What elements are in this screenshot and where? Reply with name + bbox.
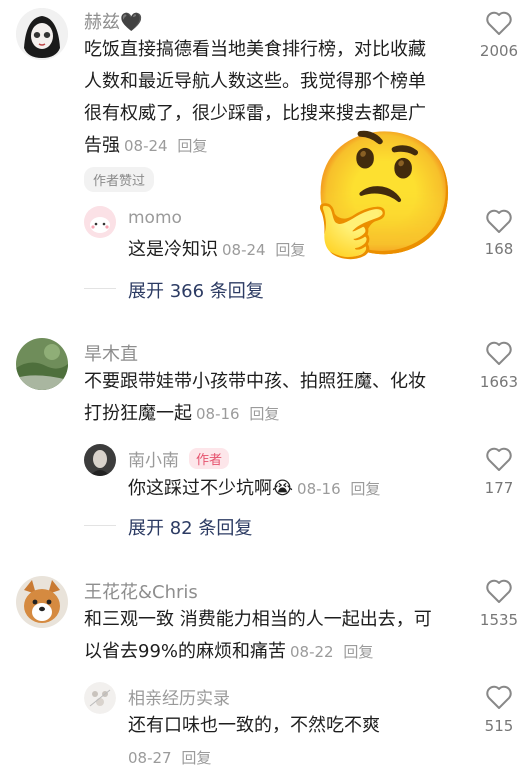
comment-text-line: 不要跟带娃带小孩带中孩、拍照狂魔、化妆: [84, 371, 426, 392]
reply-button[interactable]: 回复: [181, 749, 211, 767]
reply-text-content: 还有口味也一致的，不然吃不爽: [128, 715, 380, 736]
reply-text-content: 你这踩过不少坑啊: [128, 478, 272, 499]
comment-text-line: 和三观一致 消费能力相当的人一起出去，可: [84, 609, 432, 630]
divider: [84, 525, 116, 526]
expand-replies-button[interactable]: 展开 82 条回复: [128, 514, 252, 540]
like-count: 1663: [479, 373, 519, 391]
like-count: 177: [484, 479, 514, 497]
thinking-face-sticker: 🤔: [310, 125, 460, 264]
comment-text: 和三观一致 消费能力相当的人一起出去，可 以省去99%的麻烦和痛苦 08-22 回…: [84, 604, 434, 668]
divider: [84, 288, 116, 289]
reply-username[interactable]: momo: [128, 208, 182, 228]
reply-username: 南小南 作者: [128, 446, 230, 471]
reply-username[interactable]: 相亲经历实录: [128, 684, 230, 709]
comment-text-line: 告强: [84, 135, 120, 156]
comment-text: 不要跟带娃带小孩带中孩、拍照狂魔、化妆 打扮狂魔一起 08-16 回复: [84, 366, 434, 430]
comment-username[interactable]: 王花花&Chris: [84, 578, 198, 604]
reply-text: 还有口味也一致的，不然吃不爽 08-27 回复: [128, 710, 380, 774]
reply-date: 08-27: [128, 749, 172, 767]
avatar[interactable]: [84, 682, 116, 714]
reply-date: 08-24: [222, 241, 266, 259]
comment-username[interactable]: 赫兹🖤: [84, 8, 142, 34]
reply-button[interactable]: 回复: [249, 405, 279, 423]
heart-outline-icon[interactable]: [485, 446, 513, 472]
like-count: 515: [484, 717, 514, 735]
comment-username[interactable]: 旱木直: [84, 340, 138, 366]
comment-text-line: 人数和最近导航人数这些。我觉得那个榜单: [84, 71, 426, 92]
like-count: 2006: [479, 42, 519, 60]
reply-button[interactable]: 回复: [350, 480, 380, 498]
comment-date: 08-22: [290, 643, 334, 661]
reply-text: 你这踩过不少坑啊😭 08-16 回复: [128, 473, 380, 505]
reply-button[interactable]: 回复: [343, 643, 373, 661]
like-count: 168: [484, 240, 514, 258]
expand-replies-button[interactable]: 展开 366 条回复: [128, 277, 264, 303]
avatar[interactable]: [84, 444, 116, 476]
comment-text-line: 打扮狂魔一起: [84, 403, 192, 424]
avatar[interactable]: [84, 206, 116, 238]
heart-outline-icon[interactable]: [485, 684, 513, 710]
heart-outline-icon[interactable]: [485, 10, 513, 36]
author-liked-badge: 作者赞过: [84, 167, 155, 192]
reply-username-text[interactable]: 南小南: [128, 451, 179, 471]
heart-outline-icon[interactable]: [485, 340, 513, 366]
reply-date: 08-16: [297, 480, 341, 498]
like-count: 1535: [479, 611, 519, 629]
author-tag-badge: 作者: [189, 448, 230, 469]
reply-button[interactable]: 回复: [177, 137, 207, 155]
avatar[interactable]: [16, 576, 68, 628]
comment-date: 08-24: [124, 137, 168, 155]
comment-date: 08-16: [196, 405, 240, 423]
avatar[interactable]: [16, 8, 68, 60]
comment-text-line: 以省去99%的麻烦和痛苦: [84, 641, 287, 662]
reply-button[interactable]: 回复: [275, 241, 305, 259]
avatar[interactable]: [16, 338, 68, 390]
heart-outline-icon[interactable]: [485, 208, 513, 234]
crying-emoji-icon: 😭: [272, 478, 294, 499]
reply-text: 这是冷知识 08-24 回复: [128, 234, 305, 266]
heart-outline-icon[interactable]: [485, 578, 513, 604]
comment-text-line: 吃饭直接搞德看当地美食排行榜，对比收藏: [84, 39, 426, 60]
reply-text-content: 这是冷知识: [128, 239, 218, 260]
